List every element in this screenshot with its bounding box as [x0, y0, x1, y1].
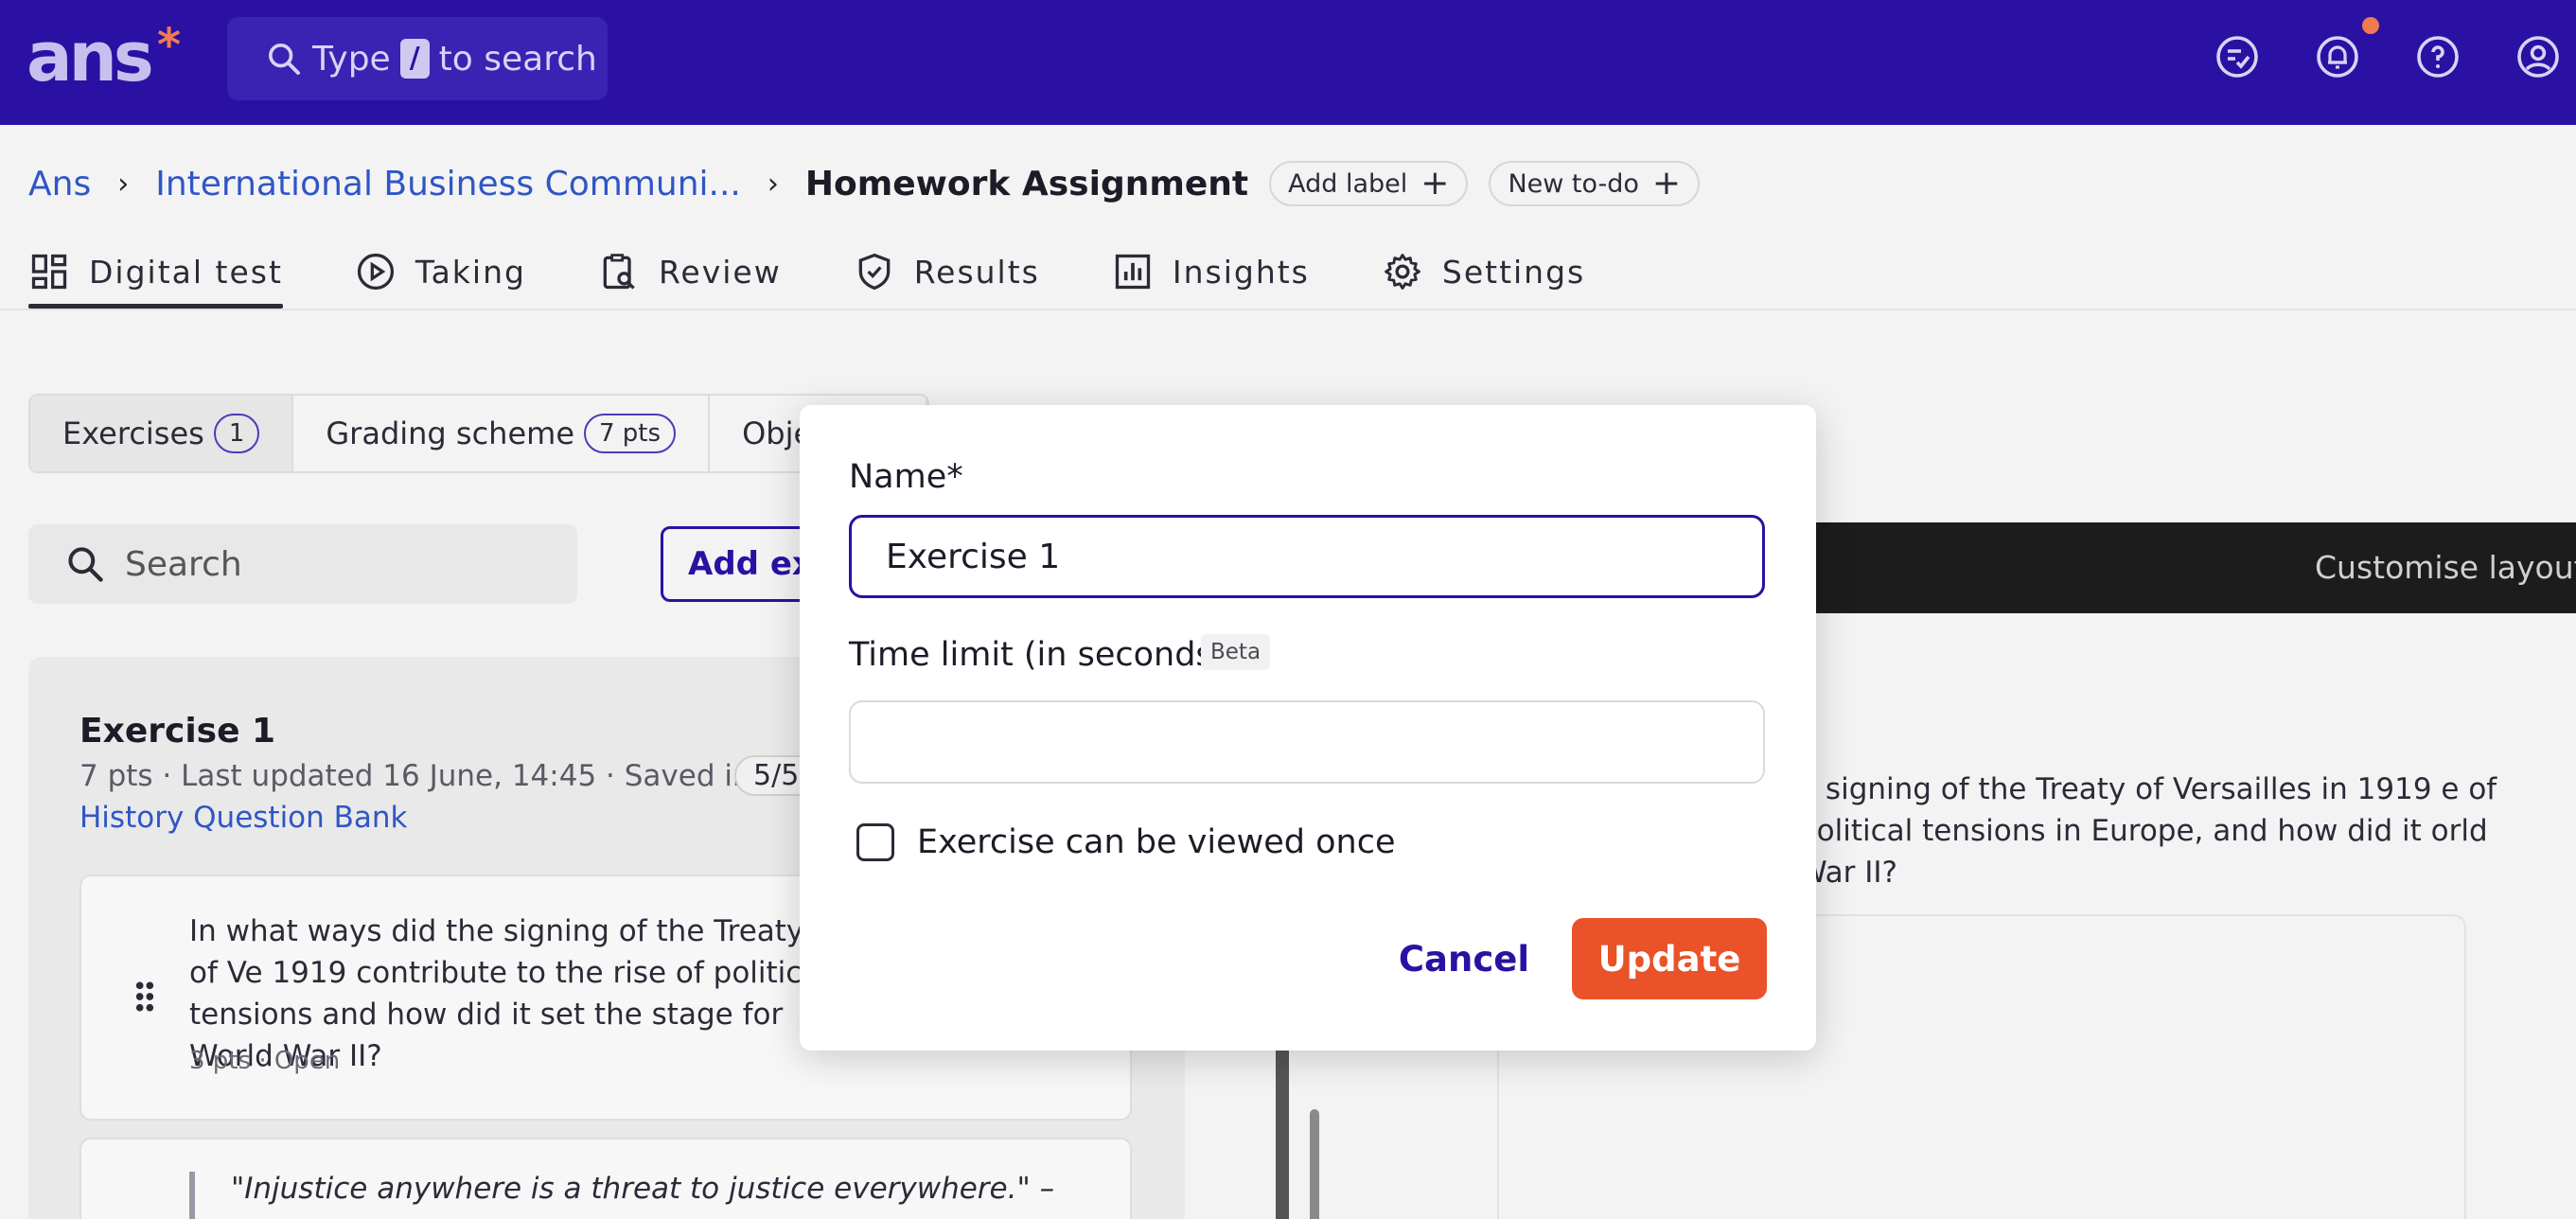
name-input[interactable] — [849, 515, 1765, 598]
beta-badge: Beta — [1201, 634, 1271, 670]
update-button[interactable]: Update — [1572, 918, 1767, 999]
cancel-button[interactable]: Cancel — [1379, 918, 1549, 999]
time-limit-input[interactable] — [849, 700, 1765, 784]
edit-exercise-dialog: Name* Time limit (in seconds) Beta Exerc… — [800, 405, 1816, 1051]
name-label: Name* — [849, 458, 963, 496]
viewed-once-label[interactable]: Exercise can be viewed once — [917, 823, 1395, 861]
viewed-once-checkbox[interactable] — [856, 823, 894, 861]
time-limit-label: Time limit (in seconds) — [849, 636, 1226, 674]
